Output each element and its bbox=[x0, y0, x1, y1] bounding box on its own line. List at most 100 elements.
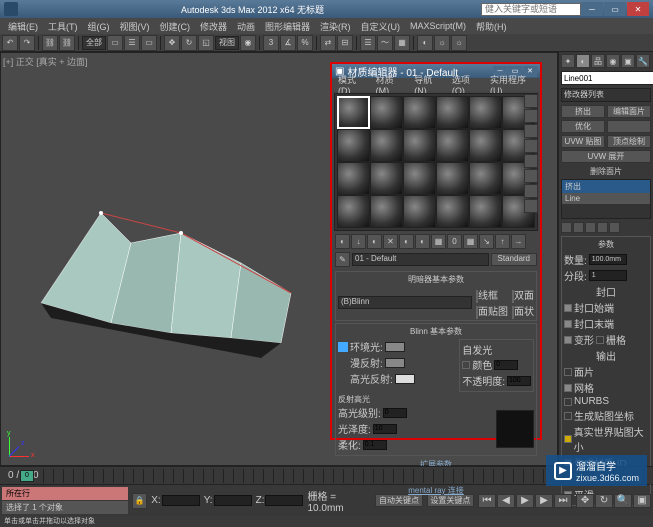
put-to-scene-button[interactable]: ↓ bbox=[351, 234, 366, 249]
selfillum-color-check[interactable] bbox=[462, 361, 470, 369]
copy-button[interactable]: ◐ bbox=[399, 234, 414, 249]
orbit-view-button[interactable]: ↻ bbox=[595, 494, 613, 508]
cap-start-check[interactable] bbox=[564, 304, 572, 312]
modbtn-uvwunwrap[interactable]: UVW 展开 bbox=[561, 150, 651, 163]
coord-y-input[interactable] bbox=[214, 495, 252, 506]
menu-create[interactable]: 创建(C) bbox=[156, 19, 195, 34]
scale-button[interactable]: ◱ bbox=[198, 35, 214, 51]
mat-background-button[interactable] bbox=[524, 124, 538, 138]
render-setup-button[interactable]: ☼ bbox=[434, 35, 450, 51]
material-slot[interactable] bbox=[337, 195, 370, 228]
layer-button[interactable]: ☰ bbox=[360, 35, 376, 51]
material-type-button[interactable]: Standard bbox=[491, 253, 537, 266]
modbtn-editpatch[interactable]: 编辑面片 bbox=[607, 105, 651, 118]
go-forward-button[interactable]: → bbox=[511, 234, 526, 249]
material-slot[interactable] bbox=[337, 162, 370, 195]
material-slot[interactable] bbox=[403, 129, 436, 162]
minimize-button[interactable]: ─ bbox=[581, 2, 603, 16]
genmap-check[interactable] bbox=[564, 412, 572, 420]
close-button[interactable]: ✕ bbox=[627, 2, 649, 16]
menu-edit[interactable]: 编辑(E) bbox=[4, 19, 42, 34]
diffuse-swatch[interactable] bbox=[385, 358, 405, 368]
menu-graph[interactable]: 图形编辑器 bbox=[261, 19, 314, 34]
mat-backlight-button[interactable] bbox=[524, 109, 538, 123]
material-slot-1[interactable] bbox=[337, 96, 370, 129]
rollout-mentalray[interactable]: mental ray 连接 bbox=[332, 484, 540, 497]
modify-tab[interactable]: ◐ bbox=[576, 54, 590, 68]
mat-sample-type-button[interactable] bbox=[524, 94, 538, 108]
material-slot[interactable] bbox=[403, 195, 436, 228]
snap-button[interactable]: 3 bbox=[263, 35, 279, 51]
out-patch-radio[interactable] bbox=[564, 368, 572, 376]
gloss-spinner[interactable] bbox=[373, 424, 397, 434]
select-name-button[interactable]: ☰ bbox=[124, 35, 140, 51]
menu-tools[interactable]: 工具(T) bbox=[44, 19, 82, 34]
material-slot[interactable] bbox=[370, 129, 403, 162]
select-region-button[interactable]: ▭ bbox=[141, 35, 157, 51]
create-tab[interactable]: ✦ bbox=[561, 54, 575, 68]
menu-group[interactable]: 组(G) bbox=[84, 19, 114, 34]
mirror-button[interactable]: ⇄ bbox=[320, 35, 336, 51]
stack-config-button[interactable] bbox=[609, 222, 620, 233]
go-parent-button[interactable]: ↑ bbox=[495, 234, 510, 249]
speclevel-spinner[interactable] bbox=[383, 408, 407, 418]
selection-filter-dropdown[interactable]: 全部 bbox=[82, 36, 106, 50]
curve-editor-button[interactable]: 〜 bbox=[377, 35, 393, 51]
goto-end-button[interactable]: ⏭ bbox=[554, 494, 572, 508]
modbtn-extrude[interactable]: 挤出 bbox=[561, 105, 605, 118]
menu-views[interactable]: 视图(V) bbox=[116, 19, 154, 34]
reset-button[interactable]: ✕ bbox=[383, 234, 398, 249]
modifier-stack[interactable]: 挤出 Line bbox=[561, 179, 651, 219]
realworld-check[interactable] bbox=[564, 435, 572, 443]
material-slot[interactable] bbox=[370, 162, 403, 195]
material-slot[interactable] bbox=[469, 195, 502, 228]
morph-radio[interactable] bbox=[564, 336, 572, 344]
coord-x-input[interactable] bbox=[162, 495, 200, 506]
render-button[interactable]: ☼ bbox=[451, 35, 467, 51]
cap-end-check[interactable] bbox=[564, 320, 572, 328]
specular-swatch[interactable] bbox=[395, 374, 415, 384]
mat-uvtileник-button[interactable] bbox=[524, 139, 538, 153]
material-slot[interactable] bbox=[469, 129, 502, 162]
material-slot[interactable] bbox=[337, 129, 370, 162]
modbtn-optimize[interactable]: 优化 bbox=[561, 120, 605, 133]
show-in-viewport-button[interactable]: ▦ bbox=[463, 234, 478, 249]
mat-options-button[interactable] bbox=[524, 169, 538, 183]
material-slot[interactable] bbox=[436, 129, 469, 162]
lock-icon[interactable] bbox=[338, 342, 348, 352]
rotate-button[interactable]: ↻ bbox=[181, 35, 197, 51]
opacity-spinner[interactable] bbox=[507, 376, 531, 386]
out-nurbs-radio[interactable] bbox=[564, 398, 572, 406]
grid-radio[interactable] bbox=[596, 336, 604, 344]
link-button[interactable]: ⛓ bbox=[42, 35, 58, 51]
mat-video-button[interactable] bbox=[524, 154, 538, 168]
select-button[interactable]: ▭ bbox=[107, 35, 123, 51]
move-button[interactable]: ✥ bbox=[164, 35, 180, 51]
angle-snap-button[interactable]: ∡ bbox=[280, 35, 296, 51]
zoom-view-button[interactable]: 🔍 bbox=[614, 494, 632, 508]
redo-button[interactable]: ↷ bbox=[19, 35, 35, 51]
modifier-list-dropdown[interactable]: 修改器列表 bbox=[561, 88, 651, 102]
material-slot[interactable] bbox=[436, 96, 469, 129]
make-unique-button[interactable]: ◐ bbox=[415, 234, 430, 249]
pan-view-button[interactable]: ✥ bbox=[576, 494, 594, 508]
soften-spinner[interactable] bbox=[363, 440, 387, 450]
matid-button[interactable]: 0 bbox=[447, 234, 462, 249]
stack-unique-button[interactable] bbox=[585, 222, 596, 233]
utilities-tab[interactable]: 🔧 bbox=[636, 54, 650, 68]
viewport-label[interactable]: [+] 正交 [真实 + 边面] bbox=[3, 55, 88, 68]
ref-coord-dropdown[interactable]: 视图 bbox=[215, 36, 239, 50]
material-slot[interactable] bbox=[403, 162, 436, 195]
shader-dropdown[interactable]: (B)Blinn bbox=[338, 296, 472, 309]
scene-geometry[interactable] bbox=[21, 183, 311, 383]
modbtn-vertexpaint[interactable]: 顶点绘制 bbox=[607, 135, 651, 148]
material-slot[interactable] bbox=[436, 195, 469, 228]
material-editor-button[interactable]: ◐ bbox=[417, 35, 433, 51]
display-tab[interactable]: ▣ bbox=[621, 54, 635, 68]
ambient-swatch[interactable] bbox=[385, 342, 405, 352]
percent-snap-button[interactable]: % bbox=[297, 35, 313, 51]
stack-pin-button[interactable] bbox=[561, 222, 572, 233]
menu-animation[interactable]: 动画 bbox=[233, 19, 259, 34]
material-slot[interactable] bbox=[370, 195, 403, 228]
schematic-button[interactable]: ▦ bbox=[394, 35, 410, 51]
